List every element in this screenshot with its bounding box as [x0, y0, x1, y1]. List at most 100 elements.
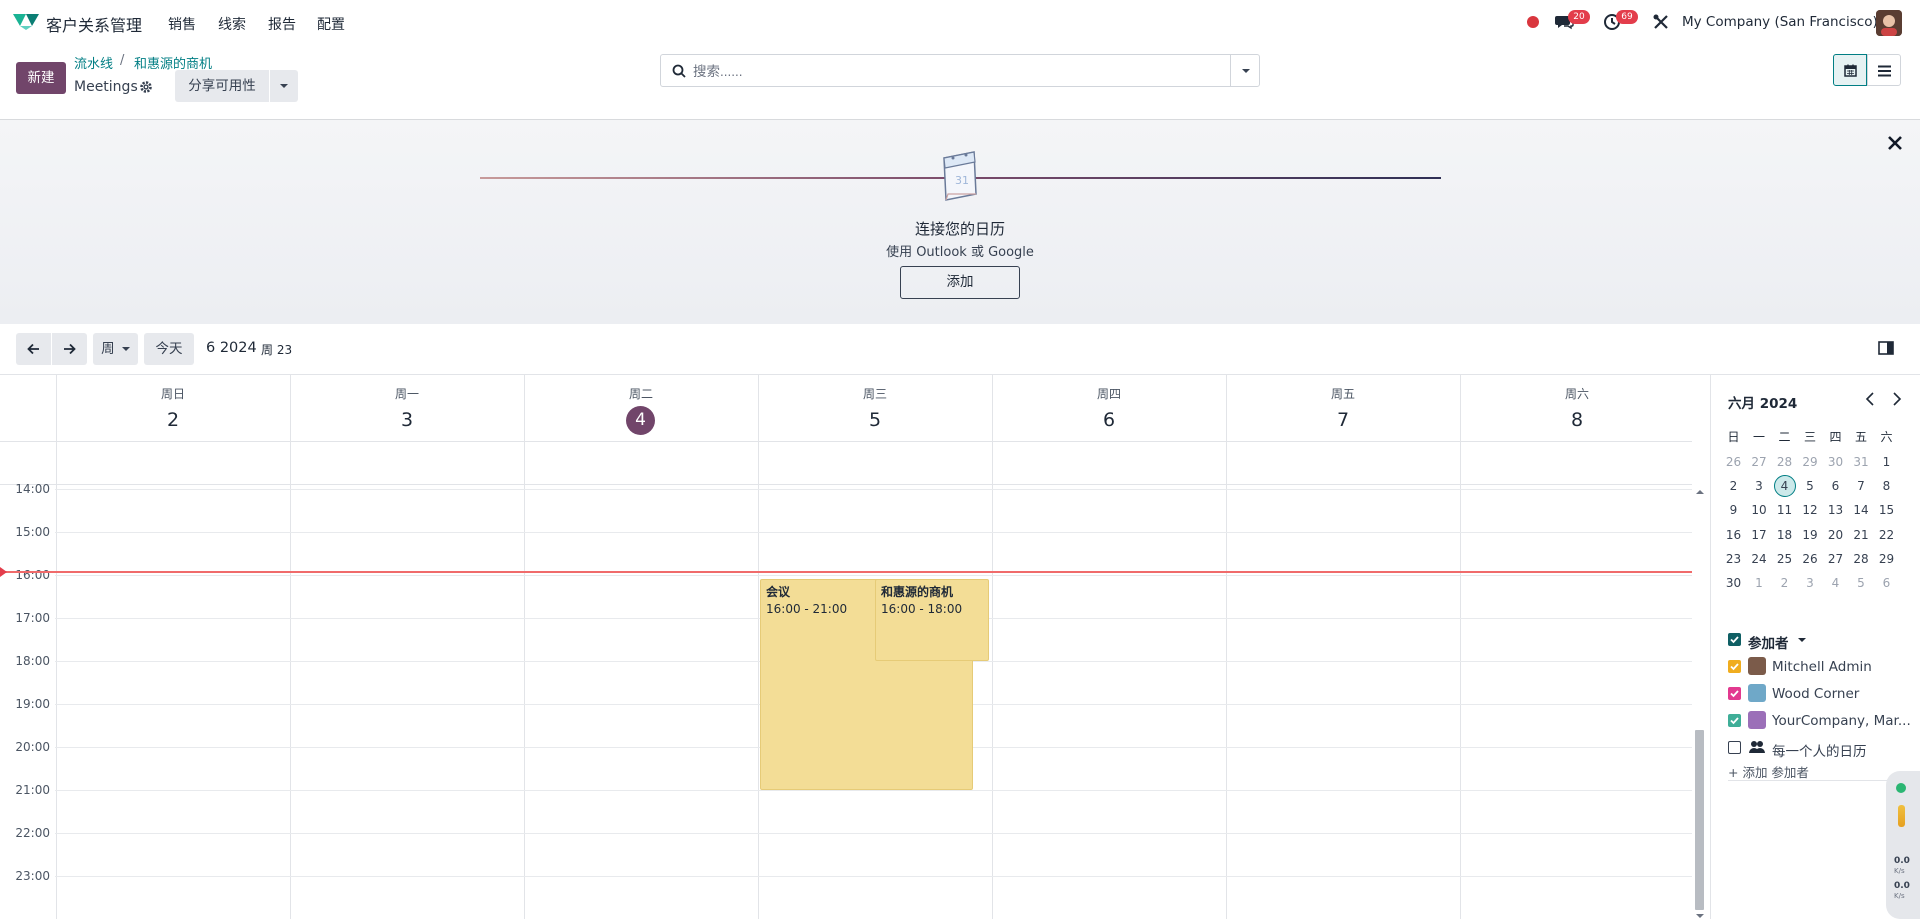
mini-day[interactable]: 1: [1874, 452, 1899, 472]
time-label: 20:00: [15, 740, 50, 754]
mini-day-today[interactable]: 4: [1773, 475, 1796, 498]
attendee-filter-item[interactable]: YourCompany, Mar...: [1728, 710, 1913, 732]
scroll-down-icon[interactable]: [1695, 913, 1705, 919]
mini-day[interactable]: 22: [1874, 525, 1899, 545]
mini-next-month-icon[interactable]: [1888, 391, 1904, 407]
mini-day[interactable]: 3: [1798, 573, 1823, 593]
new-button[interactable]: 新建: [16, 62, 66, 94]
hour-gridline: [55, 575, 1692, 576]
menu-leads[interactable]: 线索: [218, 14, 246, 34]
day-header[interactable]: 周二 4: [524, 375, 758, 441]
attendee-filter-item[interactable]: 每一个人的日历: [1728, 737, 1913, 760]
attendees-select-all-checkbox[interactable]: [1728, 633, 1741, 646]
time-label: 22:00: [15, 826, 50, 840]
banner-add-button[interactable]: 添加: [900, 266, 1020, 299]
mini-day[interactable]: 29: [1798, 452, 1823, 472]
day-header[interactable]: 周六 8: [1460, 375, 1694, 441]
debug-widget[interactable]: 0.0 K/s 0.0 K/s: [1886, 771, 1920, 919]
mini-day[interactable]: 24: [1747, 549, 1772, 569]
day-header[interactable]: 周日 2: [56, 375, 290, 441]
mini-day[interactable]: 19: [1798, 525, 1823, 545]
attendee-checkbox[interactable]: [1728, 687, 1741, 700]
mini-prev-month-icon[interactable]: [1863, 391, 1879, 407]
breadcrumb-pipeline[interactable]: 流水线: [74, 53, 113, 72]
scroll-up-icon[interactable]: [1695, 489, 1705, 495]
user-avatar[interactable]: [1876, 10, 1902, 36]
mini-day[interactable]: 5: [1798, 476, 1823, 496]
mini-day[interactable]: 18: [1772, 525, 1797, 545]
calendar-event[interactable]: 和惠源的商机 16:00 - 18:00: [875, 579, 989, 661]
mini-day[interactable]: 20: [1823, 525, 1848, 545]
add-attendee-link[interactable]: + 添加 参加者: [1728, 762, 1809, 781]
mini-day[interactable]: 2: [1721, 476, 1746, 496]
mini-day[interactable]: 8: [1874, 476, 1899, 496]
all-day-row[interactable]: [0, 441, 1692, 485]
mini-day[interactable]: 17: [1747, 525, 1772, 545]
mini-day[interactable]: 29: [1874, 549, 1899, 569]
attendee-checkbox[interactable]: [1728, 714, 1741, 727]
mini-day[interactable]: 28: [1772, 452, 1797, 472]
mini-day[interactable]: 31: [1849, 452, 1874, 472]
company-switcher[interactable]: My Company (San Francisco): [1682, 14, 1878, 30]
day-header[interactable]: 周三 5: [758, 375, 992, 441]
grid-scrollbar[interactable]: [1692, 485, 1708, 919]
mini-day[interactable]: 1: [1747, 573, 1772, 593]
scroll-thumb[interactable]: [1695, 730, 1704, 910]
gear-icon[interactable]: [139, 80, 153, 94]
mini-day[interactable]: 14: [1849, 500, 1874, 520]
mini-day[interactable]: 25: [1772, 549, 1797, 569]
mini-day[interactable]: 2: [1772, 573, 1797, 593]
list-view-button[interactable]: [1867, 54, 1901, 86]
time-label: 23:00: [15, 869, 50, 883]
mini-day[interactable]: 21: [1849, 525, 1874, 545]
attendee-name: Wood Corner: [1772, 686, 1860, 702]
menu-config[interactable]: 配置: [317, 14, 345, 34]
mini-day[interactable]: 30: [1721, 573, 1746, 593]
next-button[interactable]: [52, 333, 87, 365]
mini-day[interactable]: 5: [1849, 573, 1874, 593]
app-logo-icon[interactable]: [12, 12, 40, 32]
mini-day[interactable]: 30: [1823, 452, 1848, 472]
tools-icon[interactable]: [1651, 12, 1671, 32]
mini-day[interactable]: 26: [1721, 452, 1746, 472]
calendar-view-button[interactable]: [1833, 54, 1867, 86]
attendee-filter-item[interactable]: Wood Corner: [1728, 683, 1913, 705]
mini-day[interactable]: 27: [1747, 452, 1772, 472]
attendee-checkbox[interactable]: [1728, 741, 1741, 754]
mini-day[interactable]: 16: [1721, 525, 1746, 545]
mini-day[interactable]: 11: [1772, 500, 1797, 520]
day-header[interactable]: 周四 6: [992, 375, 1226, 441]
mini-day[interactable]: 3: [1747, 476, 1772, 496]
mini-day[interactable]: 6: [1874, 573, 1899, 593]
mini-day[interactable]: 23: [1721, 549, 1746, 569]
today-button[interactable]: 今天: [144, 333, 194, 365]
mini-day[interactable]: 28: [1849, 549, 1874, 569]
attendee-checkbox[interactable]: [1728, 660, 1741, 673]
mini-day[interactable]: 27: [1823, 549, 1848, 569]
menu-reports[interactable]: 报告: [268, 14, 296, 34]
mini-day[interactable]: 9: [1721, 500, 1746, 520]
mini-day[interactable]: 15: [1874, 500, 1899, 520]
mini-day[interactable]: 4: [1823, 573, 1848, 593]
menu-sales[interactable]: 销售: [168, 14, 196, 34]
close-icon[interactable]: [1884, 132, 1906, 154]
scale-dropdown[interactable]: 周: [93, 333, 138, 365]
mini-day[interactable]: 13: [1823, 500, 1848, 520]
attendee-filter-item[interactable]: Mitchell Admin: [1728, 656, 1913, 678]
mini-day[interactable]: 6: [1823, 476, 1848, 496]
day-column-separator: [1226, 375, 1227, 919]
mini-day[interactable]: 7: [1849, 476, 1874, 496]
day-header[interactable]: 周一 3: [290, 375, 524, 441]
app-title[interactable]: 客户关系管理: [46, 12, 142, 36]
sidebar-toggle-icon[interactable]: [1877, 339, 1895, 357]
search-options-toggle[interactable]: [1230, 55, 1260, 86]
recording-indicator[interactable]: [1527, 16, 1539, 28]
mini-day[interactable]: 12: [1798, 500, 1823, 520]
mini-day[interactable]: 10: [1747, 500, 1772, 520]
search-input[interactable]: [693, 61, 1213, 81]
mini-day[interactable]: 26: [1798, 549, 1823, 569]
share-dropdown-toggle[interactable]: [270, 70, 298, 102]
day-header[interactable]: 周五 7: [1226, 375, 1460, 441]
share-availability-button[interactable]: 分享可用性: [175, 70, 269, 102]
previous-button[interactable]: [16, 333, 51, 365]
